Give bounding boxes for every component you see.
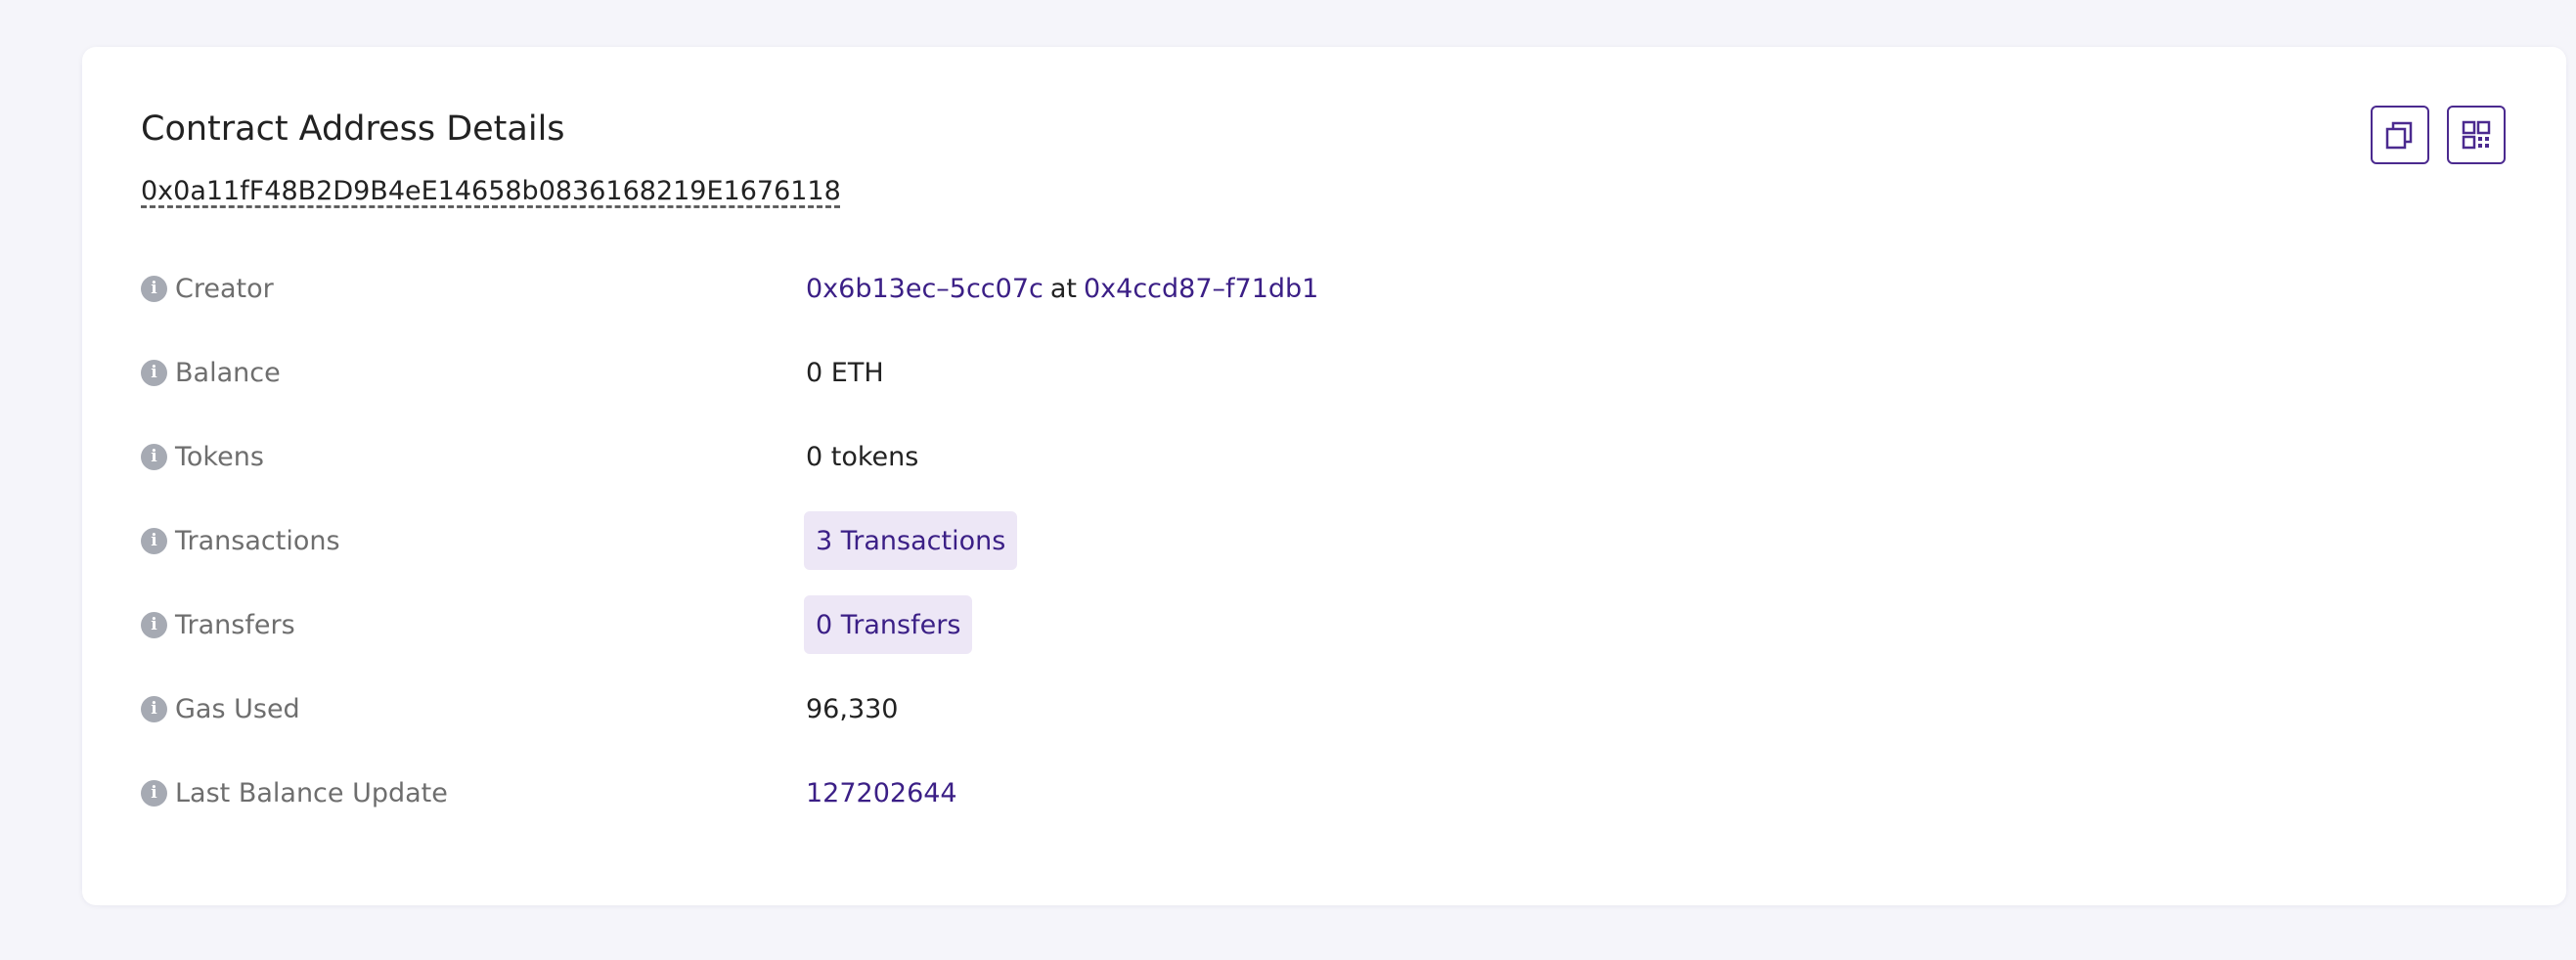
last-balance-update-block-link[interactable]: 127202644 [806,778,957,808]
qr-code-icon [2462,120,2491,150]
info-icon[interactable]: i [141,527,167,554]
creation-tx-link[interactable]: 0x4ccd87–f71db1 [1084,274,1318,304]
transactions-count-button[interactable]: 3 Transactions [804,511,1018,570]
tokens-value: 0 tokens [806,441,919,472]
balance-label: Balance [175,357,281,388]
address-details-card: Contract Address Details 0x0a11fF48B2D9B… [82,47,2566,905]
transactions-label: Transactions [175,525,340,556]
gas-used-label: Gas Used [175,693,300,724]
gas-used-row: i Gas Used 96,330 [141,679,2488,738]
tokens-label: Tokens [175,441,264,472]
creator-address-link[interactable]: 0x6b13ec–5cc07c [806,274,1044,304]
last-balance-update-row: i Last Balance Update 127202644 [141,764,2488,822]
creator-at-text: at [1049,273,1077,304]
transfers-count-button[interactable]: 0 Transfers [804,595,973,654]
creator-row: i Creator 0x6b13ec–5cc07c at 0x4ccd87–f7… [141,259,2488,318]
copy-icon [2385,121,2413,150]
copy-address-button[interactable] [2371,106,2429,164]
card-title: Contract Address Details [141,109,565,149]
info-icon[interactable]: i [141,275,167,302]
info-icon[interactable]: i [141,695,167,722]
tokens-row: i Tokens 0 tokens [141,427,2488,486]
info-icon[interactable]: i [141,779,167,807]
gas-used-value: 96,330 [806,693,899,724]
info-icon[interactable]: i [141,359,167,386]
creator-label: Creator [175,273,274,304]
transfers-label: Transfers [175,609,295,640]
qr-code-button[interactable] [2447,106,2506,164]
info-icon[interactable]: i [141,443,167,470]
balance-value: 0 ETH [806,357,884,388]
transactions-row: i Transactions 3 Transactions [141,511,2488,570]
transfers-row: i Transfers 0 Transfers [141,595,2488,654]
contract-address[interactable]: 0x0a11fF48B2D9B4eE14658b0836168219E16761… [141,176,841,206]
info-icon[interactable]: i [141,611,167,638]
balance-row: i Balance 0 ETH [141,343,2488,402]
last-balance-update-label: Last Balance Update [175,777,448,808]
